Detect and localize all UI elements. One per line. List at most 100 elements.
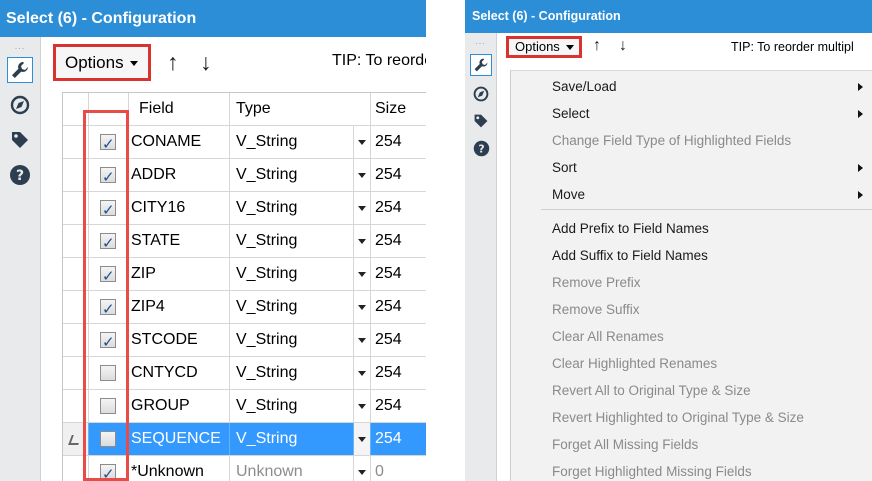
type-dropdown-icon[interactable]	[354, 324, 371, 356]
type-dropdown-icon[interactable]	[354, 159, 371, 191]
help-icon[interactable]: ?	[470, 137, 492, 159]
field-name[interactable]: STATE	[129, 225, 230, 257]
field-size[interactable]: 254	[371, 225, 426, 257]
field-size[interactable]: 254	[371, 126, 426, 158]
type-dropdown-icon[interactable]	[354, 258, 371, 290]
options-button[interactable]: Options	[506, 36, 582, 58]
field-type[interactable]: V_String	[230, 291, 354, 323]
row-selector[interactable]	[63, 423, 89, 455]
select-checkbox[interactable]	[100, 293, 116, 323]
table-row[interactable]: *UnknownUnknown 0	[63, 456, 426, 481]
table-row[interactable]: SEQUENCE V_String 254	[63, 423, 426, 456]
menu-item[interactable]: Save/Load	[511, 73, 872, 100]
field-name[interactable]: CONAME	[129, 126, 230, 158]
type-dropdown-icon[interactable]	[354, 357, 371, 389]
table-row[interactable]: ZIPV_String 254	[63, 258, 426, 291]
field-size[interactable]: 254	[371, 159, 426, 191]
table-row[interactable]: CITY16V_String 254	[63, 192, 426, 225]
help-icon[interactable]: ?	[7, 162, 33, 188]
field-name[interactable]: CNTYCD	[129, 357, 230, 389]
column-header-size[interactable]: Size	[371, 93, 426, 125]
field-size[interactable]: 254	[371, 192, 426, 224]
select-checkbox[interactable]	[100, 365, 116, 381]
field-type[interactable]: V_String	[230, 225, 354, 257]
move-down-icon[interactable]: ↓	[200, 45, 212, 79]
field-name[interactable]: GROUP	[129, 390, 230, 422]
select-checkbox[interactable]	[100, 161, 116, 191]
field-type[interactable]: V_String	[230, 357, 354, 389]
field-name[interactable]: STCODE	[129, 324, 230, 356]
table-row[interactable]: ADDRV_String 254	[63, 159, 426, 192]
field-name[interactable]: *Unknown	[129, 456, 230, 481]
select-checkbox[interactable]	[100, 458, 116, 481]
row-selector[interactable]	[63, 258, 89, 290]
field-size[interactable]: 0	[371, 456, 426, 481]
field-type[interactable]: V_String	[230, 324, 354, 356]
field-type[interactable]: V_String	[230, 159, 354, 191]
row-selector[interactable]	[63, 192, 89, 224]
select-checkbox[interactable]	[100, 128, 116, 158]
menu-item[interactable]: Add Suffix to Field Names	[511, 242, 872, 269]
field-type[interactable]: V_String	[230, 390, 354, 422]
field-size[interactable]: 254	[371, 390, 426, 422]
tag-icon[interactable]	[470, 110, 492, 132]
move-up-icon[interactable]: ↑	[167, 45, 179, 79]
field-type[interactable]: V_String	[230, 423, 354, 455]
table-row[interactable]: STCODEV_String 254	[63, 324, 426, 357]
table-row[interactable]: STATEV_String 254	[63, 225, 426, 258]
field-type[interactable]: V_String	[230, 126, 354, 158]
field-size[interactable]: 254	[371, 423, 426, 455]
table-row[interactable]: CONAMEV_String 254	[63, 126, 426, 159]
type-dropdown-icon[interactable]	[354, 126, 371, 158]
move-down-icon[interactable]: ↓	[619, 36, 627, 56]
type-dropdown-icon[interactable]	[354, 456, 371, 481]
select-checkbox[interactable]	[100, 326, 116, 356]
select-checkbox[interactable]	[100, 227, 116, 257]
type-dropdown-icon[interactable]	[354, 390, 371, 422]
column-header-field[interactable]: Field	[129, 93, 230, 125]
field-size[interactable]: 254	[371, 291, 426, 323]
row-selector[interactable]	[63, 291, 89, 323]
row-selector[interactable]	[63, 357, 89, 389]
select-checkbox[interactable]	[100, 260, 116, 290]
menu-item[interactable]: Select	[511, 100, 872, 127]
menu-item[interactable]: Move	[511, 181, 872, 208]
type-dropdown-icon[interactable]	[354, 423, 371, 455]
type-dropdown-icon[interactable]	[354, 291, 371, 323]
field-name[interactable]: ZIP4	[129, 291, 230, 323]
column-header-type[interactable]: Type	[230, 93, 371, 125]
field-type[interactable]: V_String	[230, 258, 354, 290]
row-selector[interactable]	[63, 126, 89, 158]
field-size[interactable]: 254	[371, 258, 426, 290]
row-selector[interactable]	[63, 225, 89, 257]
table-row[interactable]: ZIP4V_String 254	[63, 291, 426, 324]
type-dropdown-icon[interactable]	[354, 192, 371, 224]
options-button[interactable]: Options	[53, 44, 151, 81]
row-selector[interactable]	[63, 456, 89, 481]
wrench-icon[interactable]	[470, 54, 492, 76]
menu-item[interactable]: Sort	[511, 154, 872, 181]
field-name[interactable]: CITY16	[129, 192, 230, 224]
table-row[interactable]: CNTYCD V_String 254	[63, 357, 426, 390]
row-selector[interactable]	[63, 324, 89, 356]
type-dropdown-icon[interactable]	[354, 225, 371, 257]
menu-item[interactable]: Add Prefix to Field Names	[511, 215, 872, 242]
field-name[interactable]: ADDR	[129, 159, 230, 191]
compass-icon[interactable]	[470, 83, 492, 105]
field-name[interactable]: ZIP	[129, 258, 230, 290]
field-type[interactable]: Unknown	[230, 456, 354, 481]
select-checkbox[interactable]	[100, 398, 116, 414]
field-size[interactable]: 254	[371, 357, 426, 389]
tag-icon[interactable]	[7, 127, 33, 153]
select-checkbox[interactable]	[100, 194, 116, 224]
row-selector[interactable]	[63, 159, 89, 191]
move-up-icon[interactable]: ↑	[593, 36, 601, 56]
row-selector[interactable]	[63, 390, 89, 422]
field-name[interactable]: SEQUENCE	[129, 423, 230, 455]
field-type[interactable]: V_String	[230, 192, 354, 224]
table-row[interactable]: GROUP V_String 254	[63, 390, 426, 423]
compass-icon[interactable]	[7, 92, 33, 118]
select-checkbox[interactable]	[100, 431, 116, 447]
field-size[interactable]: 254	[371, 324, 426, 356]
wrench-icon[interactable]	[7, 57, 33, 83]
